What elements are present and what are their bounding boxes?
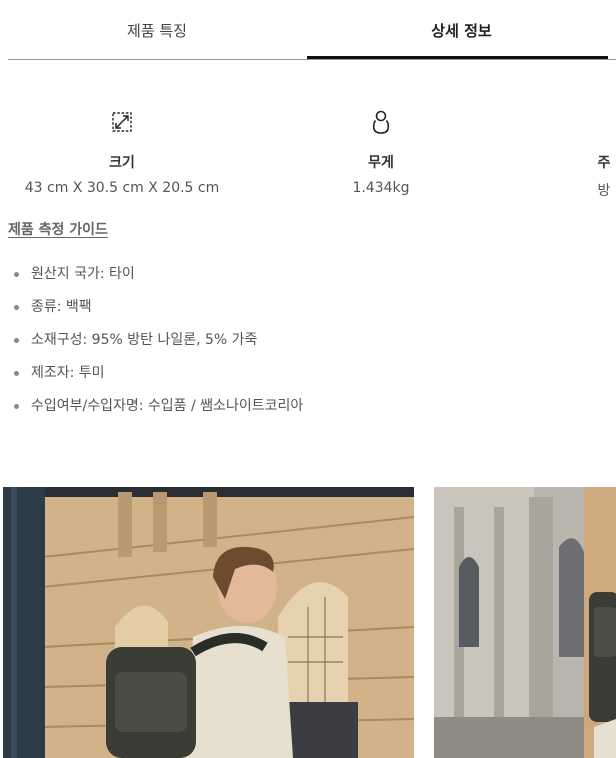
weight-icon [372,110,390,134]
detail-item-origin: 원산지 국가: 타이 [14,264,303,297]
spec-weight-label: 무게 [368,155,394,171]
spec-material: 주 방 [484,108,616,200]
tab-product-features[interactable]: 제품 특징 [8,0,306,60]
spec-material-label: 주 [597,155,611,171]
detail-item-material: 소재구성: 95% 방탄 나일론, 5% 가죽 [14,330,303,363]
spec-size: 크기 43 cm X 30.5 cm X 20.5 cm [2,108,242,196]
spec-size-label: 크기 [109,155,135,171]
lifestyle-photo-2 [434,487,616,758]
tab-details[interactable]: 상세 정보 [307,0,616,60]
spec-material-value: 방 [597,183,611,199]
lifestyle-photo-1 [3,487,414,758]
detail-item-manufacturer: 제조자: 투미 [14,363,303,396]
material-icon [591,108,616,136]
product-details-list: 원산지 국가: 타이 종류: 백팩 소재구성: 95% 방탄 나일론, 5% 가… [14,264,303,429]
active-tab-indicator [307,56,608,59]
spec-weight: 무게 1.434kg [261,108,501,196]
detail-item-importer: 수입여부/수입자명: 수입품 / 쌤소나이트코리아 [14,396,303,429]
spec-weight-value: 1.434kg [352,180,410,196]
detail-item-type: 종류: 백팩 [14,297,303,330]
spec-size-value: 43 cm X 30.5 cm X 20.5 cm [24,180,220,196]
dimensions-icon [112,112,132,132]
measurement-guide-link[interactable]: 제품 측정 가이드 [8,219,108,239]
product-tabs: 제품 특징 상세 정보 [8,0,616,60]
